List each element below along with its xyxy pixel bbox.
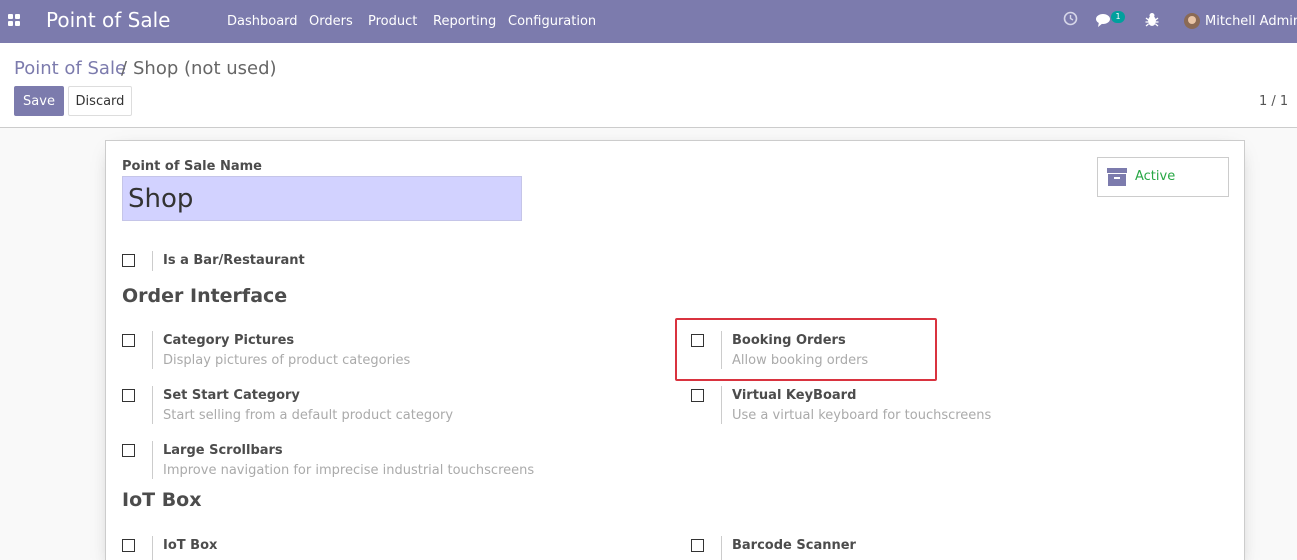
divider [152, 536, 153, 560]
category-pictures-checkbox[interactable] [122, 334, 135, 347]
bug-icon[interactable] [1145, 12, 1159, 28]
is-bar-checkbox[interactable] [122, 254, 135, 267]
highlight-box [675, 318, 937, 381]
large-scrollbars-checkbox[interactable] [122, 444, 135, 457]
menu-reporting[interactable]: Reporting [433, 14, 496, 29]
menu-dashboard[interactable]: Dashboard [227, 14, 298, 29]
discard-button[interactable]: Discard [68, 86, 132, 116]
apps-grid-icon[interactable] [8, 14, 22, 28]
set-start-category-desc: Start selling from a default product cat… [163, 408, 454, 423]
menu-product[interactable]: Product [368, 14, 417, 29]
virtual-keyboard-desc: Use a virtual keyboard for touchscreens [732, 408, 992, 423]
divider [152, 331, 153, 369]
top-navbar: Point of Sale Dashboard Orders Product R… [0, 0, 1297, 43]
archive-icon [1107, 168, 1127, 186]
section-order-interface: Order Interface [122, 285, 288, 307]
messages-badge: 1 [1111, 11, 1125, 23]
large-scrollbars-label: Large Scrollbars [163, 443, 283, 458]
active-label: Active [1135, 169, 1176, 184]
app-brand[interactable]: Point of Sale [46, 8, 170, 32]
category-pictures-label: Category Pictures [163, 333, 295, 348]
clock-icon[interactable] [1063, 11, 1078, 26]
form-sheet: Point of Sale Name Active Is a Bar/Resta… [105, 140, 1245, 560]
divider [152, 441, 153, 479]
active-toggle-button[interactable]: Active [1097, 157, 1229, 197]
divider [721, 536, 722, 560]
menu-orders[interactable]: Orders [309, 14, 353, 29]
save-button[interactable]: Save [14, 86, 64, 116]
user-avatar[interactable] [1184, 13, 1200, 29]
iot-box-label: IoT Box [163, 538, 218, 553]
section-iot-box: IoT Box [122, 489, 202, 511]
set-start-category-label: Set Start Category [163, 388, 300, 403]
is-bar-label: Is a Bar/Restaurant [163, 253, 305, 268]
barcode-scanner-checkbox[interactable] [691, 539, 704, 552]
set-start-category-checkbox[interactable] [122, 389, 135, 402]
menu-configuration[interactable]: Configuration [508, 14, 596, 29]
virtual-keyboard-checkbox[interactable] [691, 389, 704, 402]
barcode-scanner-label: Barcode Scanner [732, 538, 856, 553]
pager[interactable]: 1 / 1 [1259, 94, 1288, 109]
virtual-keyboard-label: Virtual KeyBoard [732, 388, 857, 403]
divider [152, 386, 153, 424]
iot-box-checkbox[interactable] [122, 539, 135, 552]
category-pictures-desc: Display pictures of product categories [163, 353, 411, 368]
divider [721, 386, 722, 424]
breadcrumb-current: Shop (not used) [133, 58, 277, 79]
breadcrumb-parent[interactable]: Point of Sale [14, 58, 126, 79]
breadcrumb-separator: / [121, 58, 128, 79]
divider [152, 251, 153, 271]
control-panel: Point of Sale / Shop (not used) Save Dis… [0, 43, 1297, 128]
user-menu[interactable]: Mitchell Admin [1205, 14, 1297, 29]
name-input[interactable] [122, 176, 522, 221]
name-label: Point of Sale Name [122, 159, 262, 174]
large-scrollbars-desc: Improve navigation for imprecise industr… [163, 463, 535, 478]
